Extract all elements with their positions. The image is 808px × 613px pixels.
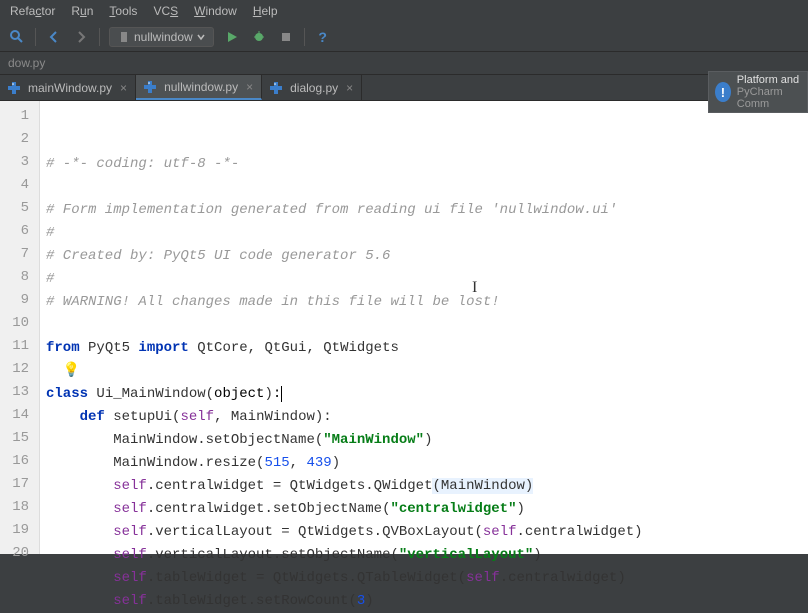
debug-icon[interactable] bbox=[250, 28, 268, 46]
menu-refactor[interactable]: Refactor bbox=[4, 2, 61, 20]
stop-icon[interactable] bbox=[277, 28, 295, 46]
notification-popup[interactable]: ! Platform and PyCharm Comm bbox=[708, 71, 808, 113]
code-line[interactable] bbox=[46, 314, 643, 337]
info-icon: ! bbox=[715, 82, 731, 102]
code-line[interactable]: # -*- coding: utf-8 -*- bbox=[46, 153, 643, 176]
line-number: 13 bbox=[4, 381, 29, 404]
line-number: 18 bbox=[4, 496, 29, 519]
close-icon[interactable]: × bbox=[246, 80, 253, 94]
line-number: 2 bbox=[4, 128, 29, 151]
line-number: 3 bbox=[4, 151, 29, 174]
separator bbox=[304, 28, 305, 46]
code-line[interactable]: MainWindow.resize(515, 439) bbox=[46, 452, 643, 475]
tab-mainwindow[interactable]: mainWindow.py × bbox=[0, 75, 136, 100]
line-number: 12 bbox=[4, 358, 29, 381]
tab-nullwindow[interactable]: nullwindow.py × bbox=[136, 75, 262, 100]
code-line[interactable]: self.centralwidget = QtWidgets.QWidget(M… bbox=[46, 475, 643, 498]
code-line[interactable]: def setupUi(self, MainWindow): bbox=[46, 406, 643, 429]
code-line[interactable] bbox=[46, 176, 643, 199]
code-line[interactable]: MainWindow.setObjectName("MainWindow") bbox=[46, 429, 643, 452]
separator bbox=[35, 28, 36, 46]
code-line[interactable]: # Form implementation generated from rea… bbox=[46, 199, 643, 222]
forward-icon[interactable] bbox=[72, 28, 90, 46]
tab-label: dialog.py bbox=[290, 81, 338, 95]
code-line[interactable]: # bbox=[46, 222, 643, 245]
run-config-selector[interactable]: nullwindow bbox=[109, 27, 214, 47]
line-gutter: 1234567891011121314151617181920 bbox=[0, 101, 40, 554]
line-number: 10 bbox=[4, 312, 29, 335]
code-editor[interactable]: 1234567891011121314151617181920 I # -*- … bbox=[0, 101, 808, 554]
code-line[interactable]: class Ui_MainWindow(object): bbox=[46, 383, 643, 406]
open-icon[interactable] bbox=[8, 28, 26, 46]
python-file-icon bbox=[270, 81, 284, 95]
text-cursor-icon: I bbox=[472, 276, 477, 299]
code-area[interactable]: I # -*- coding: utf-8 -*- # Form impleme… bbox=[40, 101, 649, 554]
python-file-icon bbox=[8, 81, 22, 95]
line-number: 15 bbox=[4, 427, 29, 450]
line-number: 4 bbox=[4, 174, 29, 197]
run-config-label: nullwindow bbox=[134, 30, 193, 44]
line-number: 19 bbox=[4, 519, 29, 542]
menu-run[interactable]: Run bbox=[65, 2, 99, 20]
menu-vcs[interactable]: VCS bbox=[147, 2, 184, 20]
editor-tabs: mainWindow.py × nullwindow.py × dialog.p… bbox=[0, 75, 808, 101]
separator bbox=[99, 28, 100, 46]
code-line[interactable]: 💡 bbox=[46, 360, 643, 383]
code-line[interactable]: from PyQt5 import QtCore, QtGui, QtWidge… bbox=[46, 337, 643, 360]
notification-subtitle: PyCharm Comm bbox=[737, 86, 801, 110]
python-file-icon bbox=[144, 80, 158, 94]
close-icon[interactable]: × bbox=[120, 81, 127, 95]
line-number: 11 bbox=[4, 335, 29, 358]
tab-label: nullwindow.py bbox=[164, 80, 238, 94]
line-number: 5 bbox=[4, 197, 29, 220]
chevron-down-icon bbox=[197, 33, 205, 41]
breadcrumb[interactable]: dow.py bbox=[0, 52, 808, 75]
line-number: 7 bbox=[4, 243, 29, 266]
code-line[interactable]: self.centralwidget.setObjectName("centra… bbox=[46, 498, 643, 521]
menu-help[interactable]: Help bbox=[247, 2, 284, 20]
code-line[interactable]: self.verticalLayout = QtWidgets.QVBoxLay… bbox=[46, 521, 643, 544]
menu-window[interactable]: Window bbox=[188, 2, 243, 20]
code-line[interactable]: # bbox=[46, 268, 643, 291]
code-line[interactable]: # WARNING! All changes made in this file… bbox=[46, 291, 643, 314]
line-number: 20 bbox=[4, 542, 29, 565]
line-number: 6 bbox=[4, 220, 29, 243]
line-number: 14 bbox=[4, 404, 29, 427]
code-line[interactable]: # Created by: PyQt5 UI code generator 5.… bbox=[46, 245, 643, 268]
run-icon[interactable] bbox=[223, 28, 241, 46]
code-line[interactable]: self.verticalLayout.setObjectName("verti… bbox=[46, 544, 643, 567]
breadcrumb-text: dow.py bbox=[8, 56, 45, 70]
menu-tools[interactable]: Tools bbox=[103, 2, 143, 20]
tab-label: mainWindow.py bbox=[28, 81, 112, 95]
help-icon[interactable]: ? bbox=[314, 28, 332, 46]
toolbar: nullwindow ? bbox=[0, 22, 808, 52]
line-number: 8 bbox=[4, 266, 29, 289]
menu-bar: Refactor Run Tools VCS Window Help bbox=[0, 0, 808, 22]
line-number: 9 bbox=[4, 289, 29, 312]
notification-title: Platform and bbox=[737, 74, 801, 86]
line-number: 1 bbox=[4, 105, 29, 128]
tab-dialog[interactable]: dialog.py × bbox=[262, 75, 362, 100]
code-line[interactable]: self.tableWidget = QtWidgets.QTableWidge… bbox=[46, 567, 643, 590]
line-number: 16 bbox=[4, 450, 29, 473]
back-icon[interactable] bbox=[45, 28, 63, 46]
notification-text: Platform and PyCharm Comm bbox=[737, 74, 801, 110]
line-number: 17 bbox=[4, 473, 29, 496]
close-icon[interactable]: × bbox=[346, 81, 353, 95]
code-line[interactable]: self.tableWidget.setRowCount(3) bbox=[46, 590, 643, 613]
